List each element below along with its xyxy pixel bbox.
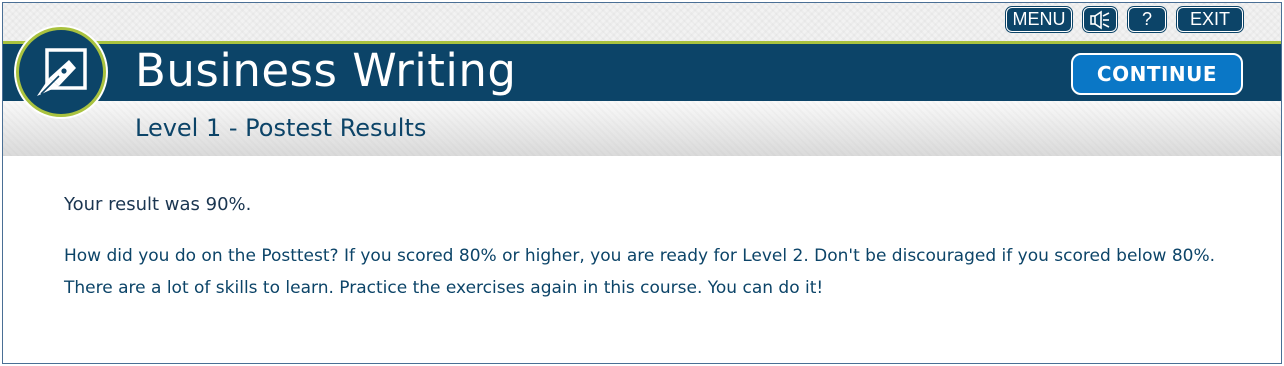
exit-button[interactable]: EXIT <box>1177 7 1243 32</box>
page-title: Level 1 - Postest Results <box>135 114 427 142</box>
help-button[interactable]: ? <box>1128 7 1166 32</box>
course-title: Business Writing <box>135 44 517 97</box>
speaker-icon <box>1090 10 1110 29</box>
course-logo <box>16 27 106 117</box>
result-text: Your result was 90%. <box>64 194 252 215</box>
pen-nib-icon <box>37 48 87 96</box>
feedback-message: How did you do on the Posttest? If you s… <box>64 246 1216 298</box>
course-title-banner: Business Writing CONTINUE <box>3 44 1281 101</box>
top-navigation-bar: MENU ? EXIT <box>3 3 1281 41</box>
audio-button[interactable] <box>1083 7 1117 32</box>
main-content: Your result was 90%. How did you do on t… <box>64 193 1244 304</box>
app-window: MENU ? EXIT Business Writing CONTINUE Le… <box>2 2 1282 364</box>
menu-button[interactable]: MENU <box>1006 7 1072 32</box>
continue-button[interactable]: CONTINUE <box>1071 53 1243 95</box>
top-nav-buttons: MENU ? EXIT <box>1006 7 1243 32</box>
section-header: Level 1 - Postest Results <box>3 101 1281 156</box>
